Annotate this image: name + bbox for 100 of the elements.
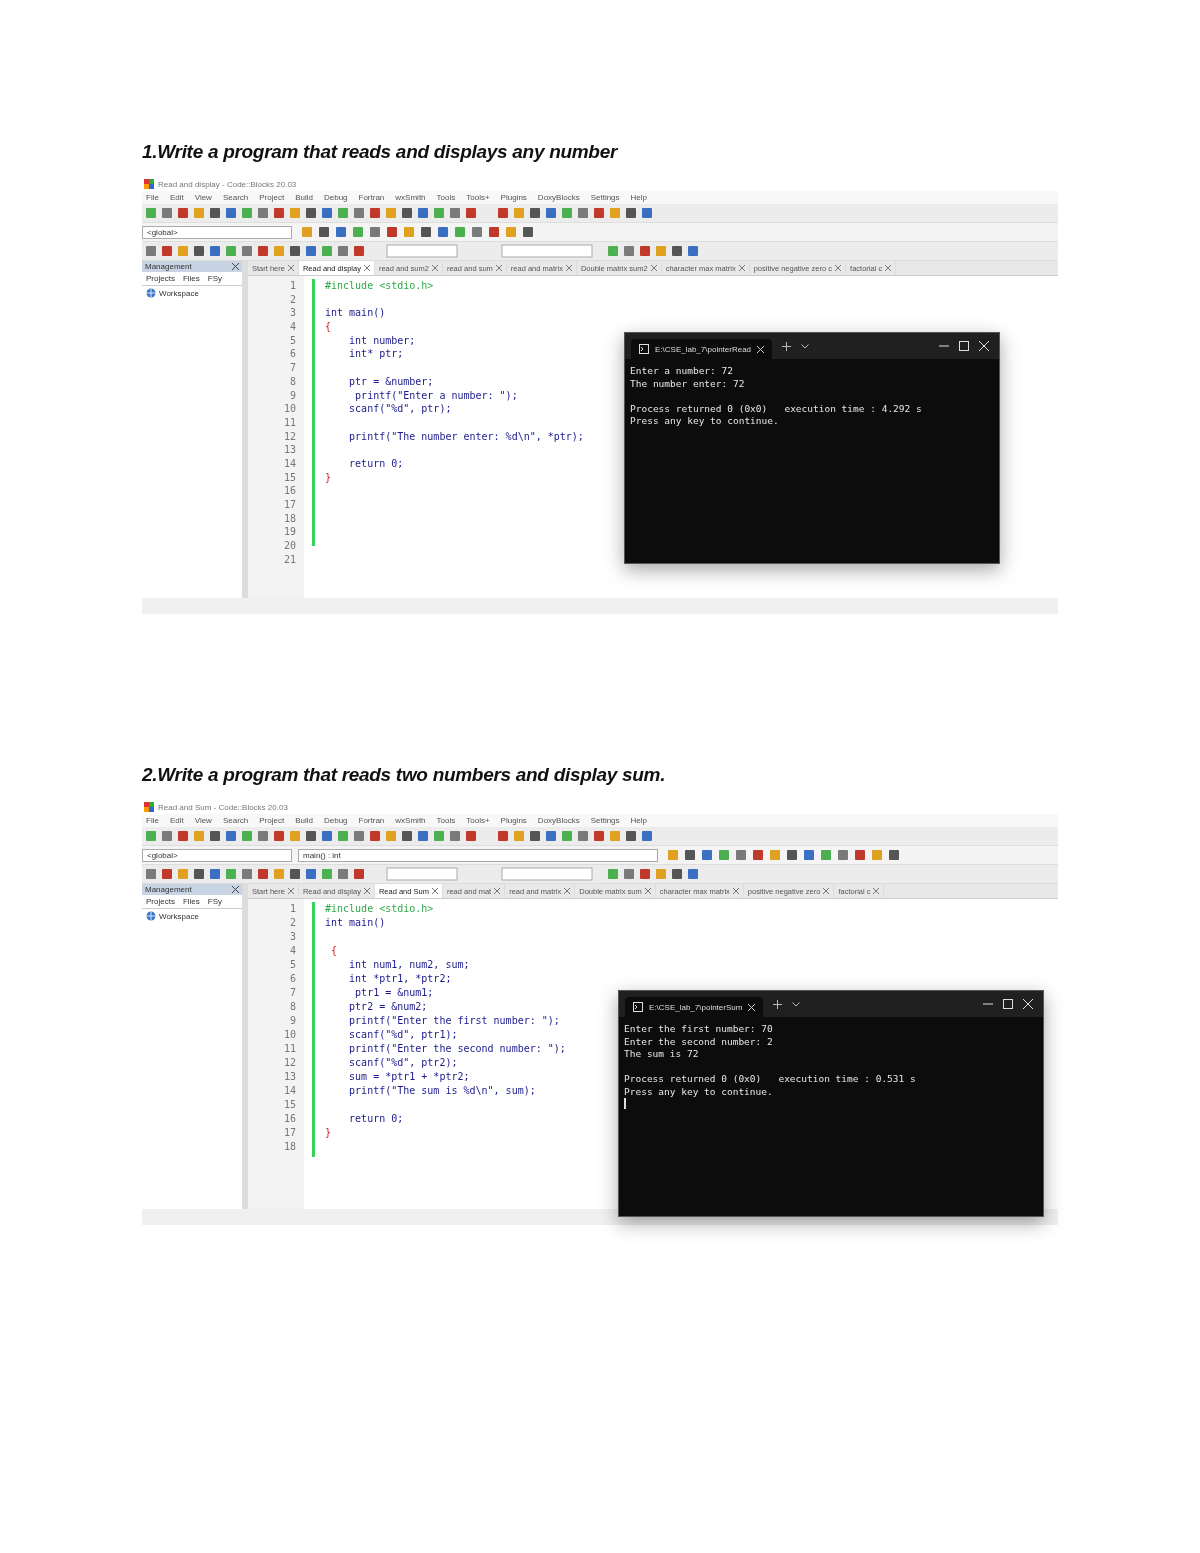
console-tab[interactable]: E:\CSE_lab_7\pointerSum (625, 997, 764, 1017)
menu-item[interactable]: DoxyBlocks (537, 816, 580, 825)
tree-item[interactable]: Workspace (159, 911, 199, 921)
console-output-line: Enter the second number: 2 (624, 1035, 774, 1048)
line-number: 17 (282, 1126, 297, 1140)
chevron-icon[interactable] (792, 1001, 801, 1007)
menu-item[interactable]: wxSmith (395, 816, 426, 825)
line-number: 5 (288, 333, 297, 348)
tree-item[interactable]: Workspace (159, 288, 199, 298)
menu-item[interactable]: Edit (169, 816, 184, 825)
console-output-line: Enter the first number: 70 (624, 1023, 774, 1036)
console-tab[interactable]: E:\CSE_lab_7\pointerRead (631, 339, 773, 359)
code-line: ptr = &number; (348, 375, 434, 387)
menu-item[interactable]: Tools (436, 816, 456, 825)
line-number: 7 (288, 986, 297, 1000)
close-icon[interactable] (232, 886, 239, 893)
panel-tab[interactable]: FSy (207, 897, 223, 906)
line-number: 4 (288, 320, 297, 334)
line-number: 12 (282, 1056, 297, 1070)
menu-item[interactable]: Plugins (500, 193, 527, 202)
menu-item[interactable]: Debug (323, 193, 348, 202)
menu-item[interactable]: DoxyBlocks (537, 193, 580, 202)
plus-icon[interactable] (782, 341, 792, 351)
menu-item[interactable]: wxSmith (395, 193, 426, 202)
line-number: 6 (288, 972, 297, 986)
line-number: 21 (282, 552, 297, 567)
menu-item[interactable]: Settings (590, 193, 620, 202)
code-line: sum = *ptr1 + *ptr2; (348, 1071, 470, 1082)
menu-item[interactable]: Tools (436, 193, 456, 202)
code-line: printf("The number enter: %d\n", *ptr); (348, 430, 584, 442)
scope-dropdown[interactable]: <global> (142, 848, 292, 862)
menu-item[interactable]: Help (630, 193, 647, 202)
code-line: return 0; (348, 457, 404, 469)
code-line: return 0; (348, 1113, 404, 1124)
close-icon[interactable] (232, 263, 239, 270)
chevron-icon[interactable] (801, 343, 810, 349)
scope-dropdown[interactable]: main() : int (298, 848, 658, 862)
scope-dropdown[interactable]: <global> (142, 225, 292, 239)
console-output-line: Process returned 0 (0x0) execution time : 4.292 s (630, 402, 923, 415)
line-number: 6 (288, 347, 297, 362)
menu-item[interactable]: Tools+ (466, 816, 490, 825)
code-line: int* ptr; (348, 348, 404, 360)
line-number: 10 (282, 402, 297, 416)
menu-item[interactable]: File (146, 193, 159, 202)
code-line: int num1, num2, sum; (348, 959, 470, 970)
maximize-icon[interactable] (1003, 999, 1013, 1009)
menu-item[interactable]: Help (630, 816, 647, 825)
menu-item[interactable]: View (194, 816, 212, 825)
code-line: scanf("%d", ptr1); (348, 1029, 458, 1040)
code-line: scanf("%d", ptr); (348, 403, 452, 415)
menu-item[interactable]: Plugins (500, 816, 527, 825)
panel-tab[interactable]: Files (182, 274, 200, 283)
terminal-icon (639, 344, 649, 354)
code-line: int main() (325, 307, 386, 319)
window-title: Read and Sum - Code::Blocks 20.03 (158, 802, 288, 812)
menu-item[interactable]: Fortran (358, 193, 385, 202)
line-number: 18 (282, 511, 297, 526)
console-output-line: The sum is 72 (624, 1048, 700, 1061)
menu-item[interactable]: Build (295, 816, 313, 825)
code-line: printf("Enter the first number: "); (348, 1015, 560, 1026)
plus-icon[interactable] (773, 999, 783, 1009)
console-output-line: Press any key to continue. (624, 1085, 774, 1098)
line-number: 8 (288, 374, 297, 389)
line-number: 16 (282, 1112, 297, 1126)
line-number: 2 (288, 292, 297, 307)
line-number: 4 (288, 944, 297, 958)
menu-item[interactable]: Settings (590, 816, 620, 825)
line-number: 15 (282, 470, 297, 485)
panel-tab[interactable]: Files (182, 897, 200, 906)
code-line: int *ptr1, *ptr2; (348, 973, 452, 984)
panel-tab[interactable]: Projects (146, 274, 175, 283)
menu-item[interactable]: View (194, 193, 212, 202)
menu-item[interactable]: Project (259, 816, 285, 825)
menu-item[interactable]: Edit (169, 193, 184, 202)
line-number: 2 (288, 916, 297, 930)
menu-item[interactable]: Debug (323, 816, 348, 825)
menu-item[interactable]: File (146, 816, 159, 825)
terminal-icon (633, 1002, 643, 1012)
maximize-icon[interactable] (959, 341, 969, 351)
line-number: 15 (282, 1098, 297, 1112)
panel-tab[interactable]: Projects (146, 897, 175, 906)
menu-item[interactable]: Build (295, 193, 313, 202)
menu-item[interactable]: Tools+ (466, 193, 490, 202)
line-number: 3 (288, 306, 297, 321)
code-line: ptr2 = &num2; (348, 1001, 428, 1012)
text-cursor (624, 1098, 626, 1109)
line-number: 11 (282, 1042, 297, 1056)
line-number: 5 (288, 958, 297, 972)
menu-item[interactable]: Search (222, 816, 249, 825)
menu-item[interactable]: Fortran (358, 816, 385, 825)
menu-item[interactable]: Search (222, 193, 249, 202)
menu-item[interactable]: Project (259, 193, 285, 202)
line-number: 20 (282, 539, 297, 553)
line-number: 9 (288, 388, 297, 403)
code-line: { (325, 321, 332, 333)
line-number: 3 (288, 930, 297, 944)
panel-tab[interactable]: FSy (207, 274, 223, 283)
line-number: 13 (282, 443, 297, 457)
code-line: } (325, 471, 332, 483)
console-output-line: Enter a number: 72 (630, 365, 734, 378)
